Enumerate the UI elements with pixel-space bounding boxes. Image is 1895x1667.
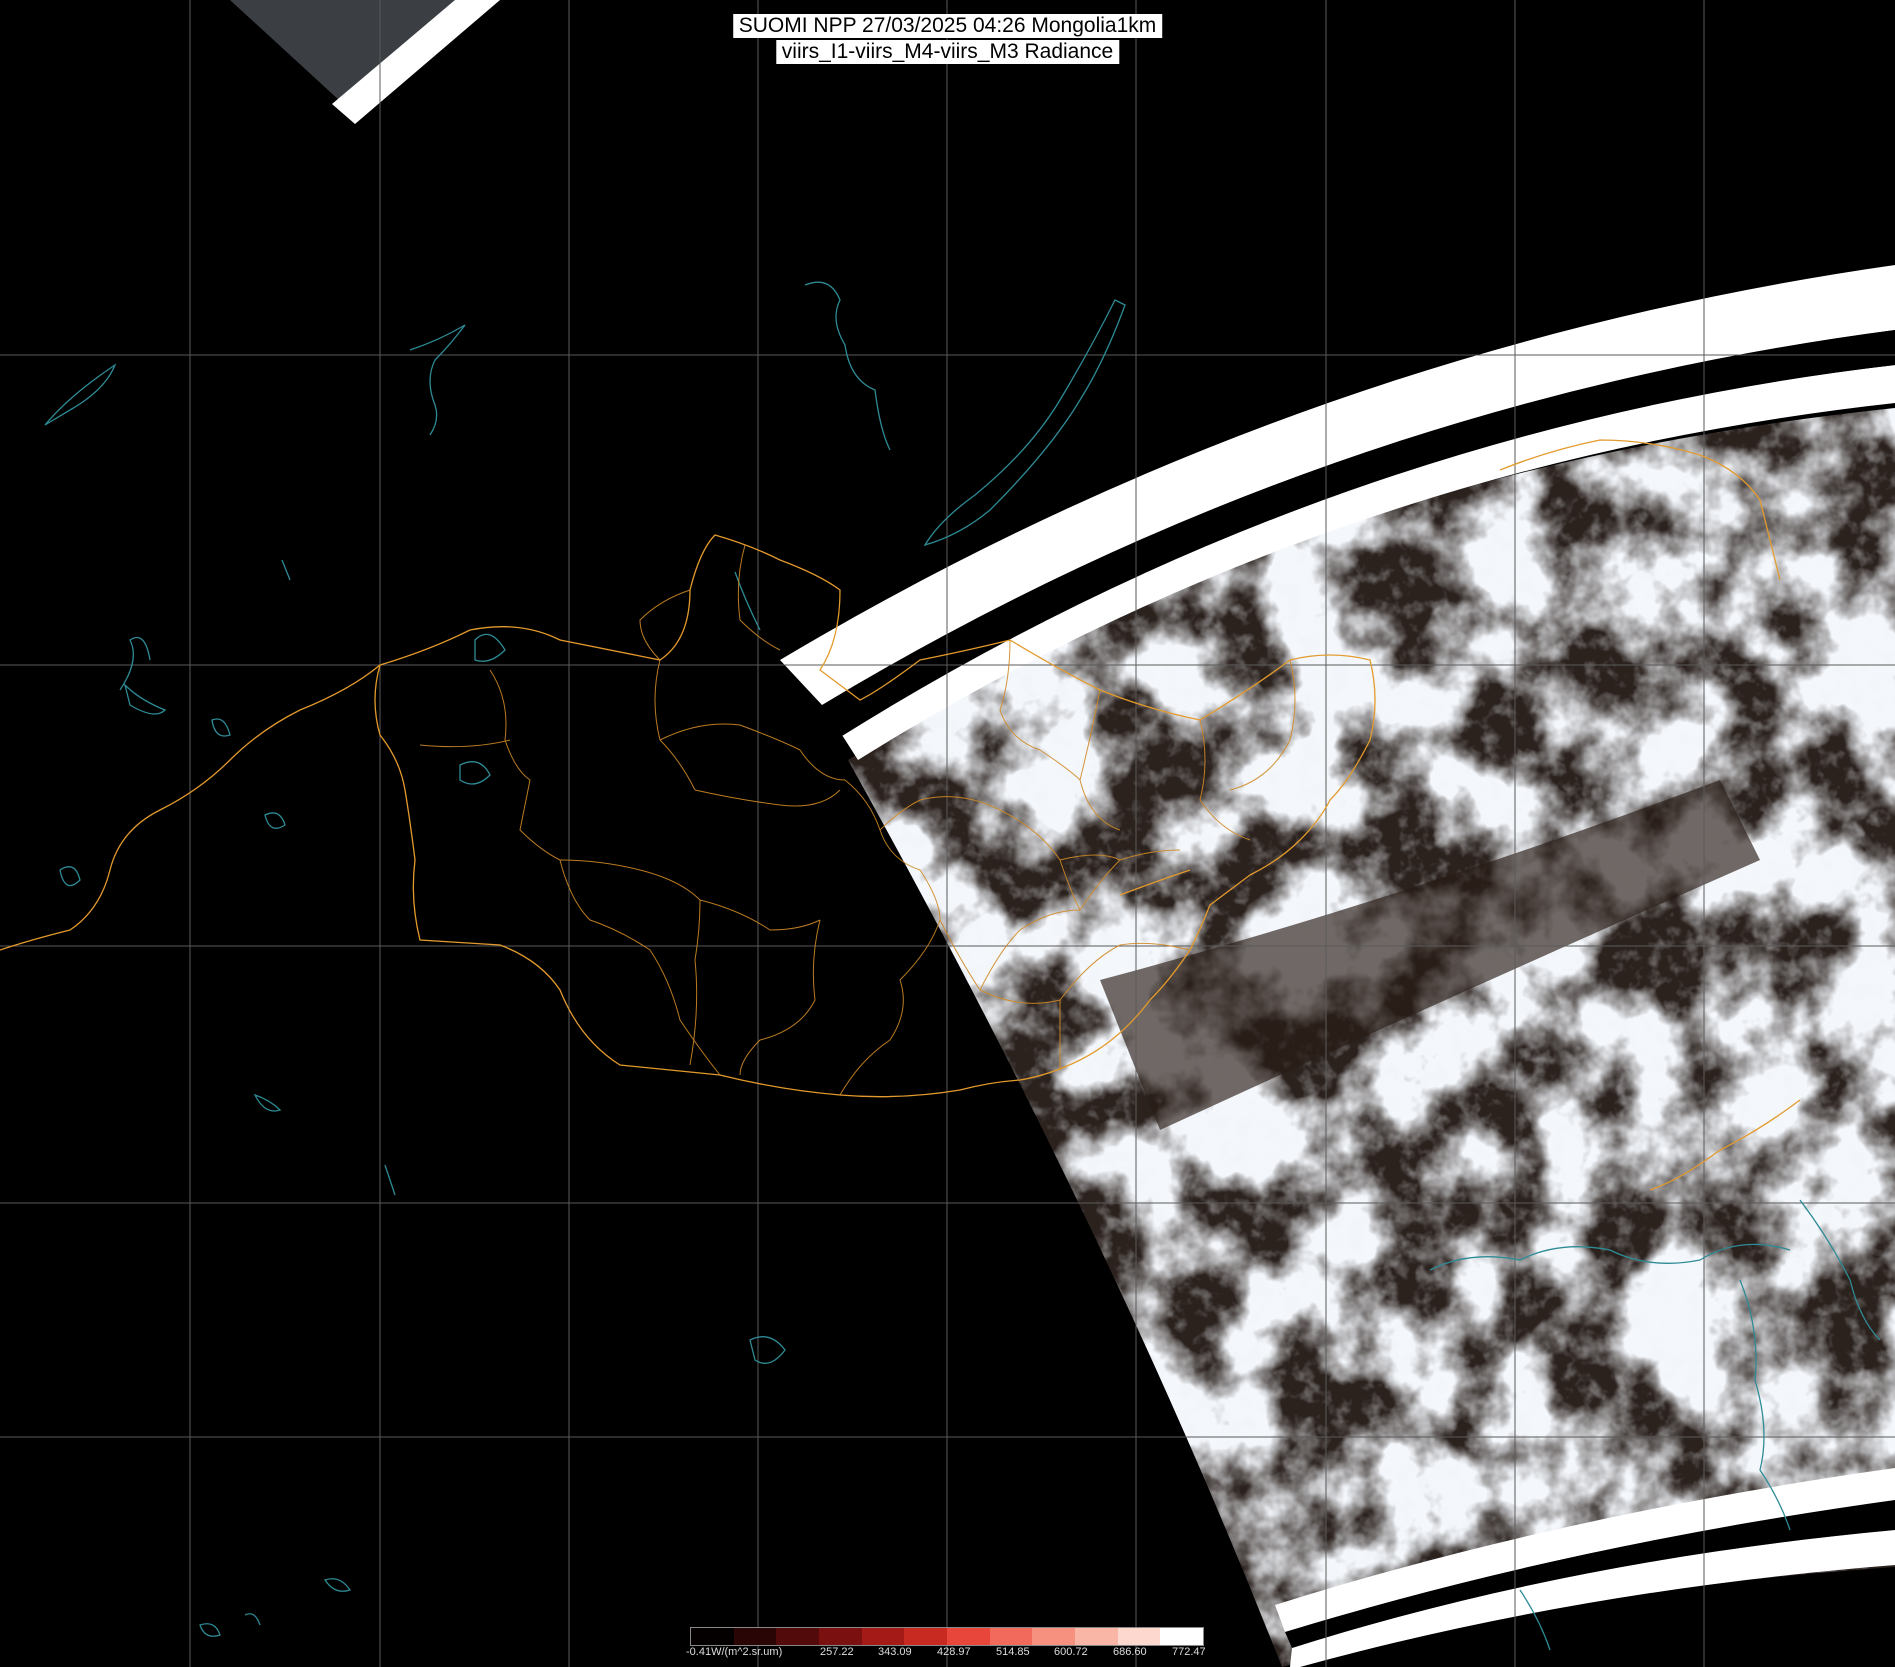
colorbar-tick: 686.60 [1113, 1646, 1147, 1658]
satellite-map [0, 0, 1895, 1667]
swath-fragment-top-left [230, 0, 500, 124]
colorbar-segment [904, 1628, 948, 1645]
colorbar-segment [1160, 1628, 1204, 1645]
colorbar-tick: 257.22 [820, 1646, 854, 1658]
map-viewer: SUOMI NPP 27/03/2025 04:26 Mongolia1km v… [0, 0, 1895, 1667]
colorbar-segment [691, 1628, 734, 1645]
colorbar-segment [947, 1628, 990, 1645]
title-line-1: SUOMI NPP 27/03/2025 04:26 Mongolia1km [732, 14, 1163, 38]
colorbar-segment [861, 1628, 905, 1645]
colorbar-segment [1032, 1628, 1076, 1645]
colorbar [690, 1627, 1204, 1646]
colorbar-unit-label: -0.41W/(m^2.sr.um) [686, 1646, 783, 1658]
colorbar-tick: 343.09 [878, 1646, 912, 1658]
colorbar-segment [1075, 1628, 1118, 1645]
colorbar-segment [1117, 1628, 1161, 1645]
colorbar-tick: 514.85 [996, 1646, 1030, 1658]
colorbar-segment [733, 1628, 777, 1645]
colorbar-labels: -0.41W/(m^2.sr.um) 257.22 343.09 428.97 … [686, 1646, 1206, 1660]
colorbar-segment [819, 1628, 862, 1645]
colorbar-tick: 600.72 [1054, 1646, 1088, 1658]
colorbar-segment [776, 1628, 820, 1645]
colorbar-segment [989, 1628, 1033, 1645]
colorbar-tick: 772.47 [1172, 1646, 1206, 1658]
colorbar-tick: 428.97 [937, 1646, 971, 1658]
title-line-2: viirs_I1-viirs_M4-viirs_M3 Radiance [775, 40, 1120, 64]
